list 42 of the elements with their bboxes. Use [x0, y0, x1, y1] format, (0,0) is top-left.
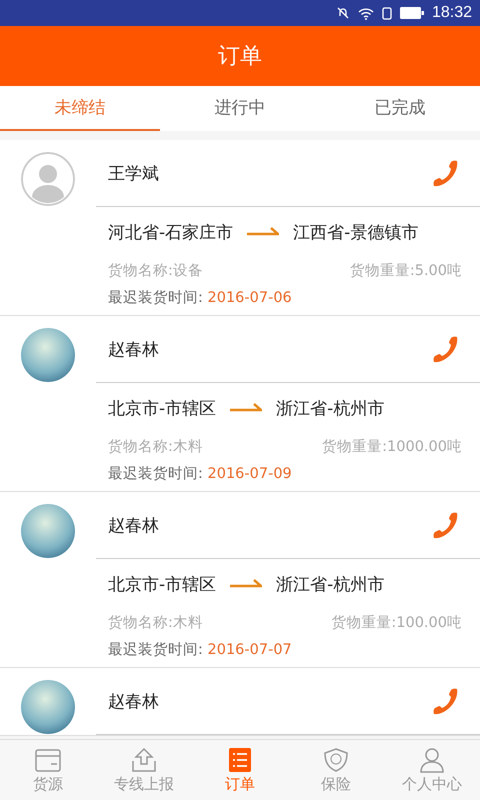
sim-icon [382, 6, 392, 20]
wifi-icon [358, 6, 374, 20]
upload-icon [130, 746, 158, 772]
avatar-photo-placeholder [21, 680, 75, 734]
deadline-date: 2016-07-09 [208, 466, 292, 482]
nav-item[interactable]: 订单 [192, 740, 288, 800]
avatar-photo-placeholder [21, 328, 75, 382]
order-card[interactable]: 赵春林 北京市-市辖区 浙江省-杭州市 货物名称:木料 货物重量:1000.00吨 最迟装货时间: 2016-07-09 [0, 316, 480, 492]
deadline-date: 2016-07-07 [208, 642, 292, 658]
cargo-name: 货物名称:木料 [108, 438, 203, 456]
deadline-label: 最迟装货时间: [108, 642, 203, 658]
contact-name: 王学斌 [107, 162, 159, 184]
avatar-photo-placeholder [21, 504, 75, 558]
contact-name: 赵春林 [107, 514, 159, 536]
deadline-label: 最迟装货时间: [108, 290, 203, 306]
origin-text: 河北省-石家庄市 [108, 222, 234, 244]
page-title: 订单 [218, 43, 262, 71]
cargo-weight: 货物重量:1000.00吨 [322, 438, 462, 456]
destination-text: 浙江省-杭州市 [276, 574, 384, 596]
destination-text: 浙江省-杭州市 [276, 398, 384, 420]
cargo-name: 货物名称:木料 [108, 614, 203, 632]
cargo-weight: 货物重量:100.00吨 [331, 614, 462, 632]
wallet-icon [34, 746, 62, 772]
deadline-date: 2016-07-06 [208, 290, 292, 306]
deadline-label: 最迟装货时间: [108, 466, 203, 482]
origin-text: 北京市-市辖区 [108, 574, 216, 596]
order-card[interactable]: 赵春林 [0, 668, 480, 736]
list-icon [226, 746, 254, 772]
person-icon [418, 746, 446, 772]
contact-name: 赵春林 [107, 338, 159, 360]
contact-name: 赵春林 [107, 690, 159, 712]
cargo-name: 货物名称:设备 [108, 262, 203, 280]
order-card[interactable]: 王学斌 河北省-石家庄市 江西省-景德镇市 货物名称:设备 货物重量:5.00吨 最迟装货时间: 2016-07-06 [0, 140, 480, 316]
avatar-silhouette-icon [21, 152, 75, 206]
shield-icon [322, 746, 350, 772]
clock-time: 18:32 [432, 4, 472, 22]
battery-icon [400, 7, 424, 19]
order-card[interactable]: 赵春林 北京市-市辖区 浙江省-杭州市 货物名称:木料 货物重量:100.00吨 最迟装货时间: 2016-07-07 [0, 492, 480, 668]
cargo-weight: 货物重量:5.00吨 [350, 262, 462, 280]
destination-text: 江西省-景德镇市 [293, 222, 418, 244]
mute-icon [336, 6, 350, 20]
origin-text: 北京市-市辖区 [108, 398, 216, 420]
